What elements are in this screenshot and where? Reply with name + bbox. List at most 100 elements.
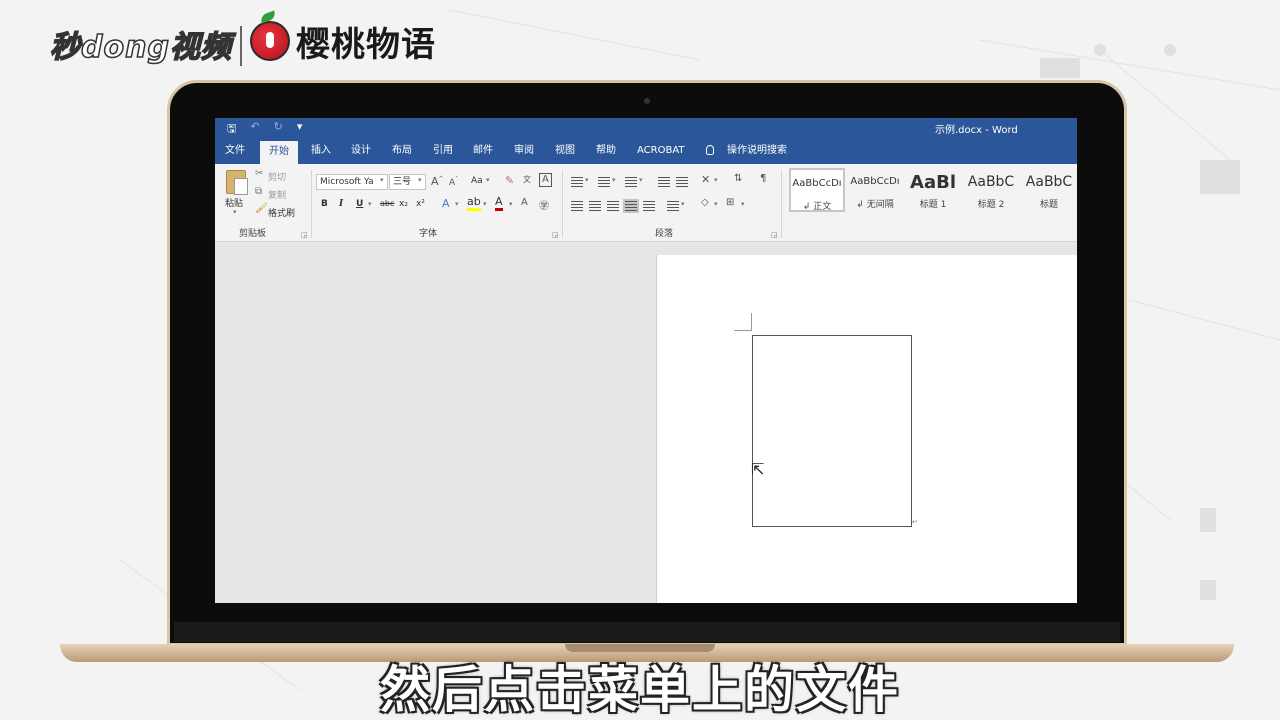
font-color-dropdown-icon[interactable]: ▾ [509,200,513,208]
font-color-icon[interactable]: A [495,196,503,211]
style-heading-2[interactable]: AaBbC 标题 2 [963,168,1019,212]
font-size-dropdown-icon[interactable]: ▾ [418,176,422,184]
save-icon[interactable]: 🖫 [227,120,236,139]
font-size-value: 三号 [393,177,412,187]
strikethrough-button[interactable]: abc [380,199,394,208]
scissors-icon[interactable]: ✂ [255,168,263,179]
enclose-characters-icon[interactable]: ㊫ [539,197,549,212]
paste-dropdown-icon[interactable]: ▾ [233,208,237,216]
word-window: 🖫 ↶ ↻ ▾ 示例.docx - Word 文件 开始 插入 设计 布局 引用… [215,118,1077,603]
change-case-dropdown-icon[interactable]: ▾ [486,176,490,184]
show-hide-marks-icon[interactable]: ¶ [760,173,766,184]
font-launcher-icon[interactable]: ◲ [552,231,559,239]
font-name-value: Microsoft Ya [320,177,374,187]
line-spacing-dropdown-icon[interactable]: ▾ [681,200,685,208]
tab-layout[interactable]: 布局 [392,143,412,161]
paragraph-mark-icon: ↵ [912,518,918,526]
text-box[interactable] [752,335,912,527]
tell-me-search[interactable]: 操作说明搜索 [727,143,787,161]
format-painter-button[interactable]: 格式刷 [268,206,295,219]
font-name-dropdown-icon[interactable]: ▾ [380,176,384,184]
bullets-icon[interactable] [571,177,583,187]
clear-formatting-icon[interactable]: ✎ [505,174,514,187]
align-center-icon[interactable] [589,201,601,211]
change-case-button[interactable]: Aa [471,176,483,186]
increase-indent-icon[interactable] [676,177,688,187]
numbering-dropdown-icon[interactable]: ▾ [612,176,616,184]
tab-mailings[interactable]: 邮件 [473,143,493,161]
cut-button[interactable]: 剪切 [268,170,286,183]
group-separator [562,170,563,238]
tab-references[interactable]: 引用 [433,143,453,161]
phonetic-guide-icon[interactable]: 文 [523,174,531,185]
style-normal[interactable]: AaBbCcDı ↲ 正文 [789,168,845,212]
line-spacing-icon[interactable] [667,201,679,211]
redo-icon[interactable]: ↻ [274,120,283,139]
tab-view[interactable]: 视图 [555,143,575,161]
copy-icon[interactable]: ⧉ [255,186,262,197]
style-normal-label: ↲ 正文 [802,202,832,212]
shading-icon[interactable]: ◇ [701,197,709,208]
video-subtitle: 然后点击菜单上的文件 [380,661,900,719]
clipboard-launcher-icon[interactable]: ◲ [301,231,308,239]
character-shading-icon[interactable]: A [521,197,528,208]
decrease-indent-icon[interactable] [658,177,670,187]
format-painter-icon[interactable]: 🖌 [255,203,268,214]
numbering-icon[interactable] [598,177,610,187]
style-no-spacing[interactable]: AaBbCcDı ↲ 无间隔 [847,168,903,212]
style-title[interactable]: AaBbC 标题 [1021,168,1077,212]
justify-icon[interactable] [623,199,639,213]
sort-icon[interactable]: ⇅ [734,173,742,184]
chinese-layout-dropdown-icon[interactable]: ▾ [714,176,718,184]
shading-dropdown-icon[interactable]: ▾ [714,200,718,208]
paste-icon[interactable] [226,170,248,195]
multilevel-list-dropdown-icon[interactable]: ▾ [639,176,643,184]
yingtao-logo-text: 樱桃物语 [296,24,436,65]
tab-acrobat[interactable]: ACROBAT [637,143,685,161]
bullets-dropdown-icon[interactable]: ▾ [585,176,589,184]
style-heading-1-label: 标题 1 [919,200,947,210]
chinese-layout-icon[interactable]: ✕ [701,173,710,186]
shrink-font-icon[interactable]: Aˇ [449,176,458,188]
undo-icon[interactable]: ↶ [250,120,259,139]
style-heading-1[interactable]: AaBl 标题 1 [905,168,961,212]
customize-qat-icon[interactable]: ▾ [297,120,303,139]
tab-help[interactable]: 帮助 [596,143,616,161]
window-title: 示例.docx - Word [935,125,1018,136]
copy-button[interactable]: 复制 [268,188,286,201]
text-effects-icon[interactable]: A [442,197,450,210]
superscript-button[interactable]: x² [416,199,425,209]
tab-insert[interactable]: 插入 [311,143,331,161]
tab-review[interactable]: 审阅 [514,143,534,161]
group-separator [781,170,782,238]
highlight-dropdown-icon[interactable]: ▾ [483,200,487,208]
bold-button[interactable]: B [321,199,328,209]
style-heading-2-label: 标题 2 [977,200,1005,210]
tab-home[interactable]: 开始 [260,141,298,164]
tab-design[interactable]: 设计 [351,143,371,161]
align-left-icon[interactable] [571,201,583,211]
borders-icon[interactable]: ⊞ [726,197,734,208]
borders-dropdown-icon[interactable]: ▾ [741,200,745,208]
paragraph-launcher-icon[interactable]: ◲ [771,231,778,239]
font-group-label: 字体 [419,229,438,239]
font-name-field[interactable]: Microsoft Ya [316,174,388,190]
highlight-icon[interactable]: ab [467,196,481,211]
multilevel-list-icon[interactable] [625,177,637,187]
style-heading-1-sample: AaBl [910,172,956,193]
yingtao-logo: 樱桃物语 [250,16,436,66]
italic-button[interactable]: I [339,199,343,209]
character-border-icon[interactable]: A [539,173,552,187]
grow-font-icon[interactable]: A^ [431,175,444,188]
lightbulb-icon[interactable] [706,145,714,155]
document-page[interactable]: ↵ ⇱ [656,255,1077,603]
text-effects-dropdown-icon[interactable]: ▾ [455,200,459,208]
miaodong-logo: 秒dong视频 [49,22,232,66]
underline-dropdown-icon[interactable]: ▾ [368,200,372,208]
style-no-spacing-label: ↲ 无间隔 [856,200,894,210]
align-right-icon[interactable] [607,201,619,211]
subscript-button[interactable]: x₂ [399,199,408,209]
distributed-icon[interactable] [643,201,655,211]
underline-button[interactable]: U [356,199,363,209]
tab-file[interactable]: 文件 [225,143,245,161]
